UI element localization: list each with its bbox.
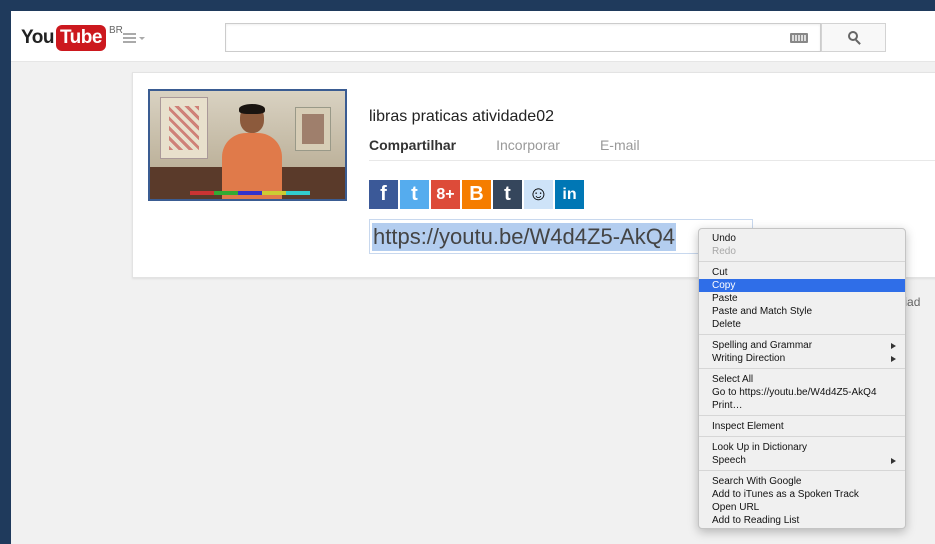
menu-item-paste[interactable]: Paste [699,292,905,305]
menu-item-cut[interactable]: Cut [699,266,905,279]
menu-item-look-up-in-dictionary[interactable]: Look Up in Dictionary [699,441,905,454]
menu-separator [699,436,905,437]
menu-item-paste-and-match-style[interactable]: Paste and Match Style [699,305,905,318]
menu-item-spelling-and-grammar[interactable]: Spelling and Grammar [699,339,905,352]
menu-item-add-to-itunes-as-a-spoken-track[interactable]: Add to iTunes as a Spoken Track [699,488,905,501]
context-menu: Undo Redo Cut Copy Paste Paste and Match Styl… [698,228,906,529]
blogger-icon[interactable]: B [462,180,491,209]
linkedin-icon[interactable]: in [555,180,584,209]
masthead: You Tube BR [11,11,935,62]
submenu-arrow-icon [891,343,896,349]
menu-separator [699,368,905,369]
guide-menu-icon[interactable] [123,33,145,45]
google-plus-icon[interactable]: 8+ [431,180,460,209]
logo-country-code: BR [108,25,123,36]
search-input[interactable] [225,23,821,52]
menu-separator [699,334,905,335]
menu-item-speech[interactable]: Speech [699,454,905,467]
menu-item-search-with-google[interactable]: Search With Google [699,475,905,488]
reddit-icon[interactable]: ☺ [524,180,553,209]
browser-viewport: You Tube BR libras praticas atividade02 … [11,11,935,544]
menu-item-redo: Redo [712,246,736,257]
video-title: libras praticas atividade02 [369,108,554,125]
search-button[interactable] [821,23,886,52]
submenu-arrow-icon [891,356,896,362]
menu-item-open-url[interactable]: Open URL [699,501,905,514]
menu-item-inspect-element[interactable]: Inspect Element [699,420,905,433]
logo-tube-text: Tube [55,25,106,51]
youtube-logo[interactable]: You Tube BR [21,25,123,53]
search-icon [848,31,862,45]
tab-compartilhar[interactable]: Compartilhar [369,137,456,153]
keyboard-icon[interactable] [790,33,808,43]
menu-item-writing-direction[interactable]: Writing Direction [699,352,905,365]
menu-separator [699,415,905,416]
menu-item-copy[interactable]: Copy [699,279,905,292]
share-tabs: Compartilhar Incorporar E-mail [369,137,680,153]
video-thumbnail[interactable] [148,89,347,201]
menu-item-undo[interactable]: Undo [699,232,905,245]
menu-item-select-all[interactable]: Select All [699,373,905,386]
menu-item-go-to-https-youtu-be-w4d4z5-akq4[interactable]: Go to https://youtu.be/W4d4Z5-AkQ4 [699,386,905,399]
share-url-text: https://youtu.be/W4d4Z5-AkQ4 [372,223,677,251]
menu-item-delete[interactable]: Delete [699,318,905,331]
share-url-field[interactable]: https://youtu.be/W4d4Z5-AkQ4 [369,219,753,254]
tab-incorporar[interactable]: Incorporar [496,137,560,153]
tab-email[interactable]: E-mail [600,137,640,153]
menu-separator [699,261,905,262]
menu-item-print[interactable]: Print… [699,399,905,412]
facebook-icon[interactable]: f [369,180,398,209]
twitter-icon[interactable]: t [400,180,429,209]
logo-you-text: You [21,27,54,48]
tab-divider [369,160,935,161]
submenu-arrow-icon [891,458,896,464]
tumblr-icon[interactable]: t [493,180,522,209]
social-share-buttons: f t 8+ B t ☺ in [369,180,586,209]
menu-item-add-to-reading-list[interactable]: Add to Reading List [699,514,905,527]
menu-separator [699,470,905,471]
